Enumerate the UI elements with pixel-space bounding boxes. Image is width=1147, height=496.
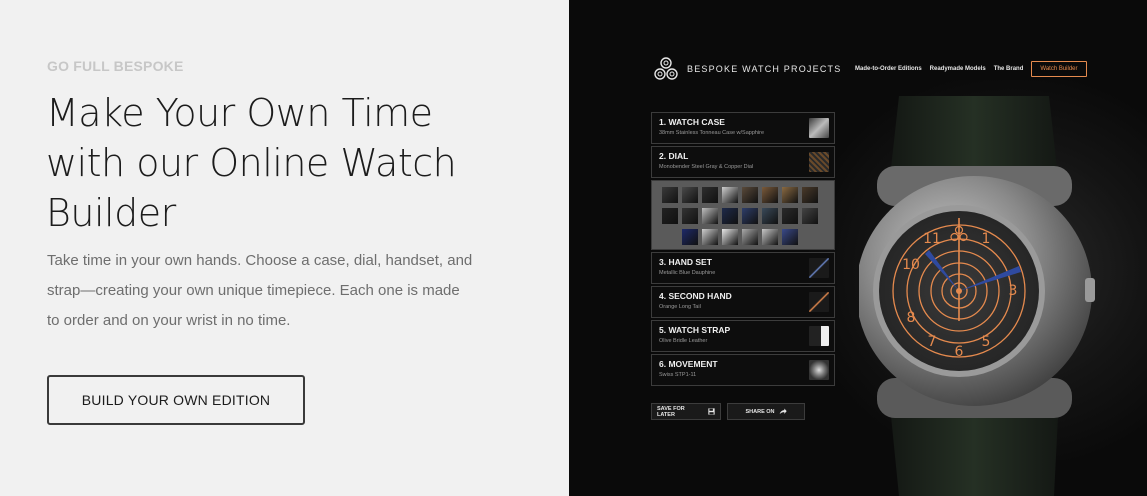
share-label: SHARE ON xyxy=(745,408,775,415)
dial-swatch[interactable] xyxy=(782,208,798,224)
dial-swatch[interactable] xyxy=(742,187,758,203)
share-arrow-icon xyxy=(779,408,787,415)
dial-swatch[interactable] xyxy=(722,229,738,245)
brand-logo-group[interactable]: BESPOKE WATCH PROJECTS xyxy=(653,56,841,82)
dial-swatch[interactable] xyxy=(762,229,778,245)
share-on-button[interactable]: SHARE ON xyxy=(727,403,805,420)
numeral-11: 11 xyxy=(923,231,941,247)
step-subtitle: Metallic Blue Dauphine xyxy=(659,270,716,276)
hero-section: GO FULL BESPOKE Make Your Own Time with … xyxy=(0,0,569,496)
dial-swatch-grid xyxy=(651,180,835,250)
step-title: 2. DIAL xyxy=(659,151,689,161)
dial-swatch[interactable] xyxy=(762,208,778,224)
watch-builder-preview: BESPOKE WATCH PROJECTS Made-to-Order Edi… xyxy=(569,0,1147,496)
dial-swatch[interactable] xyxy=(702,229,718,245)
watch-preview: 1 3 5 6 7 8 10 11 xyxy=(859,96,1095,496)
step-subtitle: Orange Long Tail xyxy=(659,304,701,310)
builder-steps-panel: 1. WATCH CASE 38mm Stainless Tonneau Cas… xyxy=(651,112,835,388)
step-title: 5. WATCH STRAP xyxy=(659,325,731,335)
crown xyxy=(1085,278,1095,302)
step-title: 4. SECOND HAND xyxy=(659,291,732,301)
dial-swatch[interactable] xyxy=(662,208,678,224)
dial-thumbnail xyxy=(809,152,829,172)
movement-thumbnail xyxy=(809,360,829,380)
case-thumbnail xyxy=(809,118,829,138)
step-watch-strap[interactable]: 5. WATCH STRAP Olive Bridle Leather xyxy=(651,320,835,352)
eyebrow-label: GO FULL BESPOKE xyxy=(47,58,184,74)
headline-line-2: with our Online Watch xyxy=(46,141,457,185)
dial-swatch[interactable] xyxy=(682,187,698,203)
step-dial[interactable]: 2. DIAL Monobender Steel Gray & Copper D… xyxy=(651,146,835,178)
top-nav: Made-to-Order Editions Readymade Models … xyxy=(855,61,1087,77)
headline-line-1: Make Your Own Time xyxy=(46,91,433,135)
hand-set-thumbnail xyxy=(809,258,829,278)
brand-name: BESPOKE WATCH PROJECTS xyxy=(687,64,842,74)
step-subtitle: Monobender Steel Gray & Copper Dial xyxy=(659,164,754,170)
floppy-disk-icon xyxy=(708,408,715,415)
strap-thumbnail xyxy=(809,326,829,346)
dial-swatch[interactable] xyxy=(802,208,818,224)
triple-circle-logo-icon xyxy=(654,57,678,80)
description-line-2: strap—creating your own unique timepiece… xyxy=(47,282,460,299)
dial-swatch[interactable] xyxy=(702,208,718,224)
numeral-8: 8 xyxy=(907,310,916,326)
dial-swatch[interactable] xyxy=(662,187,678,203)
numeral-7: 7 xyxy=(928,334,937,350)
center-pin xyxy=(956,288,962,294)
second-hand-thumbnail xyxy=(809,292,829,312)
step-subtitle: 38mm Stainless Tonneau Case w/Sapphire xyxy=(659,130,765,136)
dial-swatch[interactable] xyxy=(682,229,698,245)
dial-swatch[interactable] xyxy=(722,187,738,203)
save-label: SAVE FOR LATER xyxy=(657,405,685,418)
dial-swatch[interactable] xyxy=(802,187,818,203)
dial-swatch[interactable] xyxy=(722,208,738,224)
numeral-10: 10 xyxy=(902,257,920,273)
step-subtitle: Olive Bridle Leather xyxy=(659,338,708,344)
nav-the-brand[interactable]: The Brand xyxy=(994,66,1024,72)
dial-swatch[interactable] xyxy=(742,208,758,224)
dial-swatch[interactable] xyxy=(782,229,798,245)
dial-swatch[interactable] xyxy=(782,187,798,203)
build-your-own-edition-button[interactable]: BUILD YOUR OWN EDITION xyxy=(47,375,305,425)
step-movement[interactable]: 6. MOVEMENT Swiss STP1-11 xyxy=(651,354,835,386)
hero-description: Take time in your own hands. Choose a ca… xyxy=(47,246,507,336)
description-line-3: to order and on your wrist in no time. xyxy=(47,312,291,329)
watch-builder-button[interactable]: Watch Builder xyxy=(1031,61,1087,77)
step-second-hand[interactable]: 4. SECOND HAND Orange Long Tail xyxy=(651,286,835,318)
step-watch-case[interactable]: 1. WATCH CASE 38mm Stainless Tonneau Cas… xyxy=(651,112,835,144)
numeral-1: 1 xyxy=(982,231,991,247)
dial-swatch[interactable] xyxy=(682,208,698,224)
step-title: 1. WATCH CASE xyxy=(659,117,725,127)
builder-actions: SAVE FOR LATER SHARE ON xyxy=(651,403,805,420)
page-title: Make Your Own Time with our Online Watch… xyxy=(46,88,516,238)
step-title: 6. MOVEMENT xyxy=(659,359,718,369)
step-subtitle: Swiss STP1-11 xyxy=(659,372,697,378)
description-line-1: Take time in your own hands. Choose a ca… xyxy=(47,252,473,269)
step-hand-set[interactable]: 3. HAND SET Metallic Blue Dauphine xyxy=(651,252,835,284)
numeral-6: 6 xyxy=(955,344,964,360)
nav-readymade-models[interactable]: Readymade Models xyxy=(930,66,986,72)
dial-swatch[interactable] xyxy=(762,187,778,203)
dial-swatch[interactable] xyxy=(742,229,758,245)
dial-swatch[interactable] xyxy=(702,187,718,203)
numeral-3: 3 xyxy=(1009,283,1018,299)
save-for-later-button[interactable]: SAVE FOR LATER xyxy=(651,403,721,420)
nav-made-to-order[interactable]: Made-to-Order Editions xyxy=(855,66,922,72)
headline-line-3: Builder xyxy=(46,191,176,235)
step-title: 3. HAND SET xyxy=(659,257,712,267)
numeral-5: 5 xyxy=(982,334,991,350)
